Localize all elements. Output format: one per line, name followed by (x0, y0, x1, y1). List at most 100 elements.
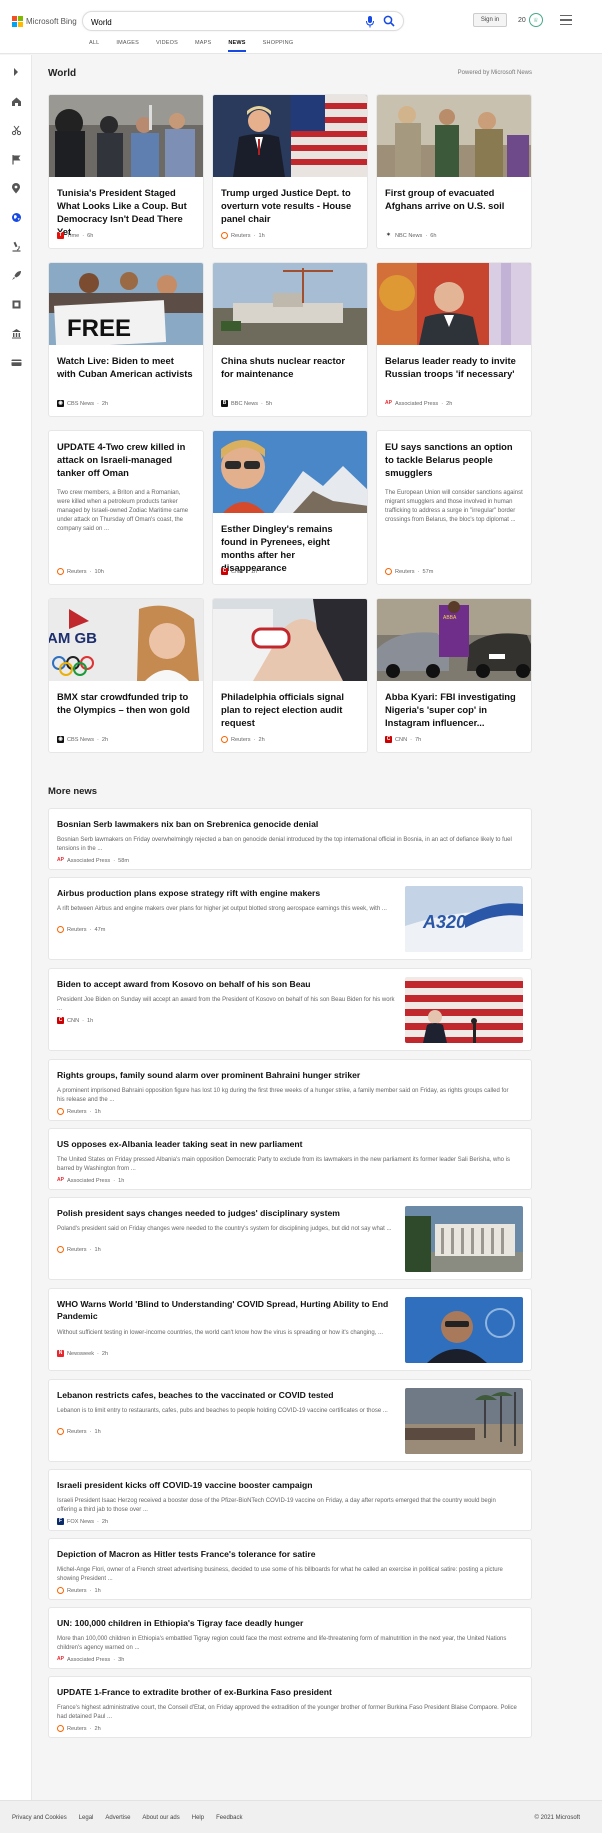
news-list-item[interactable]: UPDATE 1-France to extradite brother of … (48, 1676, 532, 1738)
scissors-icon[interactable] (9, 123, 23, 137)
item-title[interactable]: US opposes ex-Albania leader taking seat… (57, 1138, 302, 1150)
search-icon[interactable] (383, 15, 395, 27)
news-card[interactable]: UPDATE 4-Two crew killed in attack on Is… (48, 430, 204, 585)
card-title[interactable]: Philadelphia officials signal plan to re… (221, 690, 359, 729)
news-card[interactable]: First group of evacuated Afghans arrive … (376, 94, 532, 249)
fox-news-logo-icon: F (57, 1518, 64, 1525)
team-gb-text: AM GB (49, 630, 97, 647)
tab-maps[interactable]: MAPS (195, 40, 211, 52)
news-list-item[interactable]: Polish president says changes needed to … (48, 1197, 532, 1280)
rewards-button[interactable]: 20 ♕ (518, 12, 543, 28)
hamburger-menu-icon[interactable] (560, 15, 572, 25)
news-card[interactable]: Belarus leader ready to invite Russian t… (376, 262, 532, 417)
news-card[interactable]: Tunisia's President Staged What Looks Li… (48, 94, 204, 249)
sign-in-button[interactable]: Sign in (473, 13, 507, 27)
card-title[interactable]: EU says sanctions an option to tackle Be… (385, 440, 523, 479)
tab-shopping[interactable]: SHOPPING (263, 40, 294, 52)
card-title[interactable]: Watch Live: Biden to meet with Cuban Ame… (57, 354, 195, 380)
card-title[interactable]: First group of evacuated Afghans arrive … (385, 186, 523, 212)
news-card[interactable]: Philadelphia officials signal plan to re… (212, 598, 368, 753)
card-title[interactable]: China shuts nuclear reactor for maintena… (221, 354, 359, 380)
news-card[interactable]: AM GB BMX star crowdfunded trip to the O… (48, 598, 204, 753)
card-title[interactable]: Tunisia's President Staged What Looks Li… (57, 186, 195, 238)
tab-all[interactable]: ALL (89, 40, 99, 52)
card-image: AM GB (49, 599, 203, 681)
item-title[interactable]: WHO Warns World 'Blind to Understanding'… (57, 1298, 397, 1322)
card-image (213, 263, 367, 345)
news-list-item[interactable]: Lebanon restricts cafes, beaches to the … (48, 1379, 532, 1462)
news-card[interactable]: China shuts nuclear reactor for maintena… (212, 262, 368, 417)
card-image (213, 599, 367, 681)
provider-name: NBC News (395, 232, 423, 239)
reuters-logo-icon (385, 568, 392, 575)
footer-link-help[interactable]: Help (192, 1815, 204, 1821)
card-title[interactable]: Trump urged Justice Dept. to overturn vo… (221, 186, 359, 225)
microphone-icon[interactable] (365, 16, 375, 28)
item-title[interactable]: UN: 100,000 children in Ethiopia's Tigra… (57, 1617, 303, 1629)
item-title[interactable]: Lebanon restricts cafes, beaches to the … (57, 1389, 397, 1401)
search-input[interactable] (91, 15, 361, 29)
card-meta: ◉ CBS News · 2h (57, 400, 109, 407)
search-box[interactable] (82, 11, 404, 31)
news-list-item[interactable]: Rights groups, family sound alarm over p… (48, 1059, 532, 1121)
item-title[interactable]: Biden to accept award from Kosovo on beh… (57, 978, 397, 990)
item-title[interactable]: Depiction of Macron as Hitler tests Fran… (57, 1548, 316, 1560)
timestamp: 1h (87, 1017, 94, 1024)
card-title[interactable]: Belarus leader ready to invite Russian t… (385, 354, 523, 380)
bing-logo[interactable]: Microsoft Bing (12, 14, 77, 28)
top-header: Microsoft Bing Sign in 20 ♕ ALL IMAGES V… (0, 0, 602, 54)
news-list-item[interactable]: US opposes ex-Albania leader taking seat… (48, 1128, 532, 1190)
ap-logo-icon: AP (57, 1656, 64, 1663)
chevron-right-icon[interactable] (9, 65, 23, 79)
credit-card-icon[interactable] (9, 355, 23, 369)
rocket-icon[interactable] (9, 268, 23, 282)
card-title[interactable]: UPDATE 4-Two crew killed in attack on Is… (57, 440, 195, 479)
news-list-item[interactable]: UN: 100,000 children in Ethiopia's Tigra… (48, 1607, 532, 1669)
microscope-icon[interactable] (9, 239, 23, 253)
item-title[interactable]: Bosnian Serb lawmakers nix ban on Srebre… (57, 818, 318, 830)
tab-news[interactable]: NEWS (228, 40, 246, 52)
tab-images[interactable]: IMAGES (116, 40, 139, 52)
footer-link-advertise[interactable]: Advertise (105, 1815, 130, 1821)
section-title: World (48, 68, 77, 79)
news-card[interactable]: Esther Dingley's remains found in Pyrene… (212, 430, 368, 585)
bank-icon[interactable] (9, 326, 23, 340)
provider-name: Reuters (67, 1246, 87, 1253)
item-title[interactable]: Israeli president kicks off COVID-19 vac… (57, 1479, 313, 1491)
item-title[interactable]: UPDATE 1-France to extradite brother of … (57, 1686, 332, 1698)
logo-text: Microsoft Bing (26, 16, 77, 26)
home-icon[interactable] (9, 94, 23, 108)
footer-link-about-ads[interactable]: About our ads (142, 1815, 179, 1821)
globe-icon[interactable] (9, 210, 23, 224)
newsweek-logo-icon: N (57, 1350, 64, 1357)
tab-videos[interactable]: VIDEOS (156, 40, 178, 52)
item-title[interactable]: Rights groups, family sound alarm over p… (57, 1069, 360, 1081)
film-icon[interactable] (9, 297, 23, 311)
news-list-item[interactable]: WHO Warns World 'Blind to Understanding'… (48, 1288, 532, 1371)
news-list-item[interactable]: Biden to accept award from Kosovo on beh… (48, 968, 532, 1051)
news-list-item[interactable]: Israeli president kicks off COVID-19 vac… (48, 1469, 532, 1531)
news-list-item[interactable]: Depiction of Macron as Hitler tests Fran… (48, 1538, 532, 1600)
news-list-item[interactable]: Airbus production plans expose strategy … (48, 877, 532, 960)
news-card[interactable]: ABBA Abba Kyari: FBI investigating Niger… (376, 598, 532, 753)
footer-link-feedback[interactable]: Feedback (216, 1815, 242, 1821)
flag-icon[interactable] (9, 152, 23, 166)
news-card[interactable]: FREE Watch Live: Biden to meet with Cuba… (48, 262, 204, 417)
reuters-logo-icon (57, 1108, 64, 1115)
news-card[interactable]: EU says sanctions an option to tackle Be… (376, 430, 532, 585)
card-title[interactable]: Abba Kyari: FBI investigating Nigeria's … (385, 690, 523, 729)
provider-name: BBC News (231, 400, 259, 407)
news-list-item[interactable]: Bosnian Serb lawmakers nix ban on Srebre… (48, 808, 532, 870)
item-meta: AP Associated Press · 58m (57, 857, 129, 864)
provider-name: FOX News (67, 1518, 95, 1525)
item-snippet: Poland's president said on Friday change… (57, 1226, 392, 1232)
item-title[interactable]: Airbus production plans expose strategy … (57, 887, 397, 899)
card-title[interactable]: Esther Dingley's remains found in Pyrene… (221, 522, 359, 574)
footer-link-legal[interactable]: Legal (79, 1815, 94, 1821)
location-pin-icon[interactable] (9, 181, 23, 195)
provider-name: Associated Press (67, 1656, 111, 1663)
item-title[interactable]: Polish president says changes needed to … (57, 1207, 397, 1219)
card-title[interactable]: BMX star crowdfunded trip to the Olympic… (57, 690, 195, 716)
footer-link-privacy[interactable]: Privacy and Cookies (12, 1815, 67, 1821)
news-card[interactable]: Trump urged Justice Dept. to overturn vo… (212, 94, 368, 249)
